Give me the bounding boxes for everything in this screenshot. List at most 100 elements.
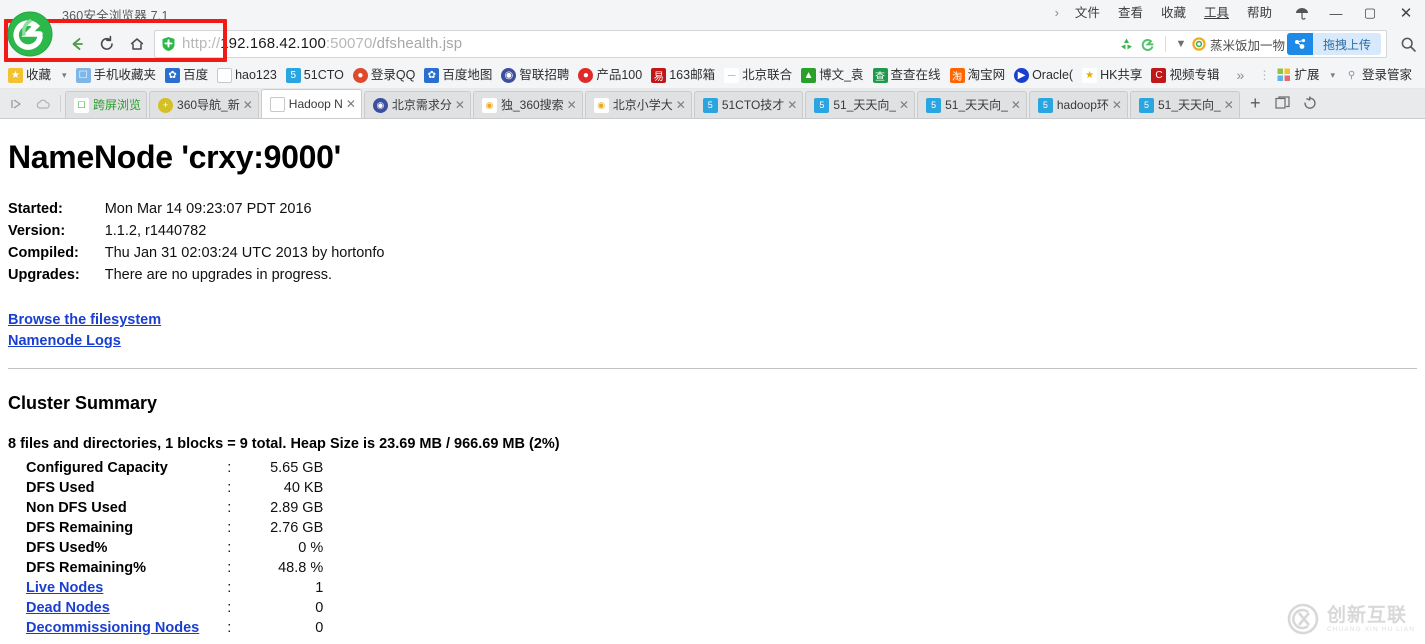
extensions-button[interactable]: 扩展 [1276, 68, 1319, 83]
tab-close-icon[interactable]: ✕ [1112, 98, 1122, 112]
menu-expand-chevron-icon[interactable]: › [1048, 0, 1066, 26]
tab-51-tiantian-3[interactable]: 5 51_天天向_ ✕ [1129, 91, 1240, 118]
undo-icon[interactable] [1296, 90, 1323, 117]
minimize-button[interactable]: — [1319, 0, 1353, 26]
cto-icon: 5 [702, 97, 718, 113]
back-arrow-icon[interactable] [62, 30, 92, 58]
tab-51-tiantian-1[interactable]: 5 51_天天向_ ✕ [805, 91, 916, 118]
phone-icon: ☐ [74, 97, 89, 113]
bookmark-item[interactable]: 5 51CTO [285, 67, 344, 83]
url-path: /dfshealth.jsp [372, 35, 463, 52]
bookmarks-bar-right: ⋮ 扩展 ▾ ⚲ 登录管家 [1252, 68, 1425, 83]
bookmark-item[interactable]: 淘淘宝网 [949, 67, 1005, 83]
tab-close-icon[interactable]: ✕ [455, 98, 465, 112]
bookmark-item[interactable]: 查查查在线 [872, 67, 941, 83]
bookmark-item[interactable]: hao123 [217, 67, 277, 83]
video-icon: C [1151, 67, 1167, 83]
bookmark-item[interactable]: ⏤ 北京联合 [724, 67, 792, 83]
tab-close-icon[interactable]: ✕ [676, 98, 686, 112]
stat-value: 48.8 % [278, 560, 324, 576]
tab-hadoop-env[interactable]: 5 hadoop环 ✕ [1028, 91, 1128, 118]
tab-close-icon[interactable]: ✕ [567, 98, 577, 112]
restore-tab-icon[interactable] [1269, 90, 1296, 117]
tab-kuaping[interactable]: ☐ 跨屏浏览 [65, 91, 148, 118]
cluster-summary-line: 8 files and directories, 1 blocks = 9 to… [8, 436, 560, 452]
stat-label: Configured Capacity [26, 460, 168, 476]
bookmark-item[interactable]: C 视频专辑 [1151, 67, 1219, 83]
recycle-icon[interactable] [1116, 30, 1138, 58]
stat-label: DFS Remaining% [26, 560, 147, 576]
tab-label: 北京需求分 [391, 97, 452, 112]
meta-key: Compiled: [8, 245, 79, 261]
search-icon[interactable] [1391, 30, 1425, 58]
menu-item-file[interactable]: 文件 [1066, 0, 1109, 26]
link-browse-filesystem[interactable]: Browse the filesystem [8, 310, 1417, 331]
close-button[interactable]: ✕ [1387, 0, 1425, 26]
bookmark-favorites[interactable]: ★ 收藏 [8, 67, 51, 83]
meta-value: Thu Jan 31 02:03:24 UTC 2013 by hortonfo [104, 245, 385, 261]
bookmark-item[interactable]: ☐ 手机收藏夹 [75, 67, 156, 83]
bookmark-item[interactable]: ◉ 智联招聘 [501, 67, 569, 83]
tab-close-icon[interactable]: ✕ [243, 98, 253, 112]
bookmark-item[interactable]: 易 163邮箱 [651, 67, 715, 83]
stat-colon: : [227, 480, 232, 496]
tab-close-icon[interactable]: ✕ [1011, 98, 1021, 112]
tab-360search[interactable]: ◉ 独_360搜索 ✕ [472, 91, 583, 118]
tab-beijing-primary[interactable]: ◉ 北京小学大 ✕ [584, 91, 692, 118]
menu-item-favorites[interactable]: 收藏 [1152, 0, 1195, 26]
url-port: :50070 [325, 35, 373, 52]
extensions-caret-icon[interactable]: ▾ [1330, 70, 1335, 81]
tab-divider [60, 95, 61, 112]
url-text[interactable]: http://192.168.42.100:50070/dfshealth.js… [182, 31, 462, 57]
tab-360nav[interactable]: + 360导航_新 ✕ [149, 91, 259, 118]
bookmark-label: hao123 [235, 67, 277, 82]
tab-close-icon[interactable]: ✕ [787, 98, 797, 112]
bookmark-item[interactable]: ● 登录QQ [352, 67, 415, 83]
link-dead-nodes[interactable]: Dead Nodes [26, 600, 110, 616]
bookmark-item[interactable]: ▶ Oracle( [1014, 67, 1073, 83]
maximize-button[interactable]: ▢ [1353, 0, 1387, 26]
link-live-nodes[interactable]: Live Nodes [26, 580, 103, 596]
link-decommissioning-nodes[interactable]: Decommissioning Nodes [26, 620, 199, 636]
table-row: DFS Remaining% : 48.8 % [8, 558, 323, 578]
reload-icon[interactable] [92, 30, 122, 58]
browser-logo-icon [6, 10, 54, 58]
page-title: NameNode 'crxy:9000' [8, 139, 341, 175]
tab-51cto[interactable]: 5 51CTO技才 ✕ [693, 91, 804, 118]
menu-item-help[interactable]: 帮助 [1238, 0, 1281, 26]
360-search-icon [1192, 37, 1206, 51]
tab-51-tiantian-2[interactable]: 5 51_天天向_ ✕ [917, 91, 1027, 118]
tab-beijing-demand[interactable]: ◉ 北京需求分 ✕ [363, 91, 471, 118]
tab-hadoop[interactable]: Hadoop N ✕ [260, 89, 362, 118]
tab-label: Hadoop N [288, 96, 343, 111]
new-tab-button[interactable]: + [1242, 90, 1269, 117]
bookmark-item[interactable]: ★ HK共享 [1082, 67, 1142, 83]
bookmark-item[interactable]: ● 产品100 [578, 67, 642, 83]
home-icon[interactable] [122, 30, 152, 58]
link-namenode-logs[interactable]: Namenode Logs [8, 331, 1417, 352]
menu-item-tools[interactable]: 工具 [1195, 0, 1238, 26]
bookmarks-caret-icon[interactable]: ▾ [62, 70, 67, 81]
bookmark-item[interactable]: ✿ 百度 [165, 67, 208, 83]
table-row: Live Nodes : 1 [8, 578, 323, 598]
cloud-icon[interactable] [30, 89, 56, 118]
login-manager-button[interactable]: ⚲ 登录管家 [1344, 68, 1412, 83]
play-icon[interactable] [4, 89, 30, 118]
bookmarks-overflow-icon[interactable]: » [1236, 67, 1244, 83]
drag-upload-button[interactable]: 拖拽上传 [1286, 33, 1381, 55]
tab-close-icon[interactable]: ✕ [899, 98, 909, 112]
watermark-text: 创新互联 CHUANG XIN HU LIAN [1327, 605, 1415, 633]
shield-icon[interactable] [161, 36, 176, 52]
bookmark-item[interactable]: ▲ 博文_袁 [801, 67, 864, 83]
chevron-down-icon[interactable]: ▼ [1171, 38, 1191, 50]
menu-item-view[interactable]: 查看 [1109, 0, 1152, 26]
tab-close-icon[interactable]: ✕ [1224, 98, 1234, 112]
bookmark-item[interactable]: ✿ 百度地图 [424, 67, 492, 83]
toolbar-grip-icon: ⋮ [1258, 68, 1271, 82]
tab-close-icon[interactable]: ✕ [346, 97, 356, 111]
compatibility-e-icon[interactable] [1138, 30, 1160, 58]
toolbar-divider [1164, 36, 1166, 52]
stat-label-link: Decommissioning Nodes [8, 618, 227, 638]
umbrella-icon[interactable] [1285, 0, 1319, 26]
search-engine-selector[interactable]: 蒸米饭加一物 [1191, 35, 1285, 54]
